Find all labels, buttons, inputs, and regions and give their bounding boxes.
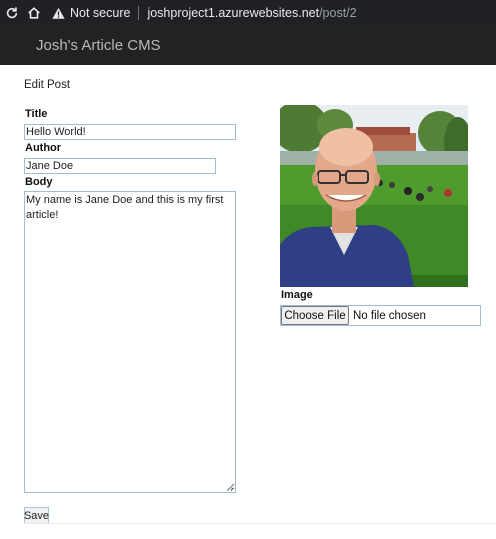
title-label: Title [25, 108, 48, 120]
url-separator [138, 6, 140, 20]
warning-icon [52, 7, 65, 19]
security-indicator[interactable]: Not secure [52, 6, 130, 20]
post-image [280, 105, 468, 287]
home-icon[interactable] [24, 3, 44, 23]
author-label: Author [25, 142, 62, 154]
url-host: joshproject1.azurewebsites.net [147, 6, 320, 20]
address-bar[interactable]: joshproject1.azurewebsites.net/post/2 [147, 6, 356, 20]
page-title: Edit Post [24, 79, 71, 91]
body-label: Body [25, 176, 53, 188]
image-label: Image [281, 289, 313, 301]
security-label: Not secure [70, 6, 131, 20]
browser-toolbar: Not secure joshproject1.azurewebsites.ne… [0, 0, 496, 26]
choose-file-button[interactable]: Choose File [281, 306, 349, 325]
author-input[interactable] [24, 158, 216, 174]
title-input[interactable] [24, 124, 236, 140]
image-file-input[interactable]: Choose File No file chosen [280, 305, 481, 326]
url-path: /post/2 [319, 6, 357, 20]
app-navbar: Josh's Article CMS [0, 26, 496, 65]
body-textarea[interactable]: My name is Jane Doe and this is my first… [24, 191, 236, 493]
resize-grip-icon[interactable] [227, 484, 234, 491]
save-button[interactable]: Save [24, 507, 49, 524]
divider [24, 523, 496, 524]
reload-icon[interactable] [2, 3, 22, 23]
file-status: No file chosen [353, 309, 426, 322]
app-brand-link[interactable]: Josh's Article CMS [36, 37, 161, 54]
